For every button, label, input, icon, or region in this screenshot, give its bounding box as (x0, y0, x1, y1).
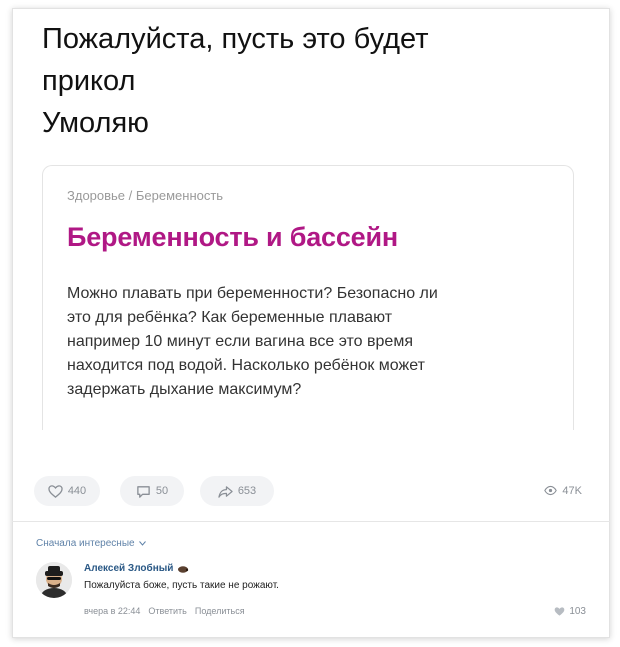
post-actions: 440 50 653 47K (34, 476, 594, 506)
comment-count: 50 (155, 485, 169, 497)
comment-like-count: 103 (569, 606, 586, 617)
share-icon (218, 485, 233, 498)
chevron-down-icon (138, 541, 146, 546)
article-body-line: например 10 минут если вагина все это вр… (67, 333, 413, 350)
comment-button[interactable]: 50 (120, 476, 184, 506)
sort-label: Сначала интересные (36, 538, 135, 549)
post-text-line: Умоляю (42, 107, 149, 139)
heart-icon (48, 484, 63, 498)
like-button[interactable]: 440 (34, 476, 100, 506)
comment-author-name: Алексей Злобный (84, 563, 174, 574)
article-body-line: Можно плавать при беременности? Безопасн… (67, 285, 438, 302)
views-count: 47K (562, 484, 582, 497)
comment-icon (137, 485, 150, 498)
post-text: Пожалуйста, пусть это будет прикол Умоля… (42, 18, 562, 144)
divider (12, 521, 610, 522)
hedgehog-emoji-icon (178, 565, 189, 573)
article-breadcrumb: Здоровье / Беременность (67, 188, 224, 203)
comment-time: вчера в 22:44 (84, 606, 141, 616)
share-button[interactable]: 653 (200, 476, 274, 506)
article-body: Можно плавать при беременности? Безопасн… (67, 282, 567, 402)
article-body-line: задержать дыхание максимум? (67, 381, 302, 398)
like-count: 440 (67, 485, 87, 497)
comment-like-button[interactable]: 103 (554, 606, 586, 617)
article-card[interactable]: Здоровье / Беременность Беременность и б… (42, 165, 574, 430)
comments-sort-dropdown[interactable]: Сначала интересные (36, 538, 146, 549)
article-body-line: это для ребёнка? Как беременные плавают (67, 309, 393, 326)
comment-item: Алексей Злобный Пожалуйста боже, пусть т… (36, 558, 596, 628)
article-body-line: находится под водой. Насколько ребёнок м… (67, 357, 425, 374)
avatar-image (36, 562, 72, 598)
reply-link[interactable]: Ответить (148, 606, 186, 616)
post-text-line: Пожалуйста, пусть это будет (42, 23, 429, 55)
share-link[interactable]: Поделиться (195, 606, 245, 616)
avatar[interactable] (36, 562, 72, 598)
comment-text: Пожалуйста боже, пусть такие не рожают. (84, 580, 279, 591)
eye-icon (544, 485, 558, 496)
article-title: Беременность и бассейн (67, 222, 399, 252)
comment-author[interactable]: Алексей Злобный (84, 563, 189, 574)
views-counter: 47K (544, 484, 582, 497)
share-count: 653 (237, 485, 257, 497)
heart-icon (555, 607, 565, 616)
post-text-line: прикол (42, 65, 136, 97)
comment-meta: вчера в 22:44 Ответить Поделиться (84, 606, 245, 616)
